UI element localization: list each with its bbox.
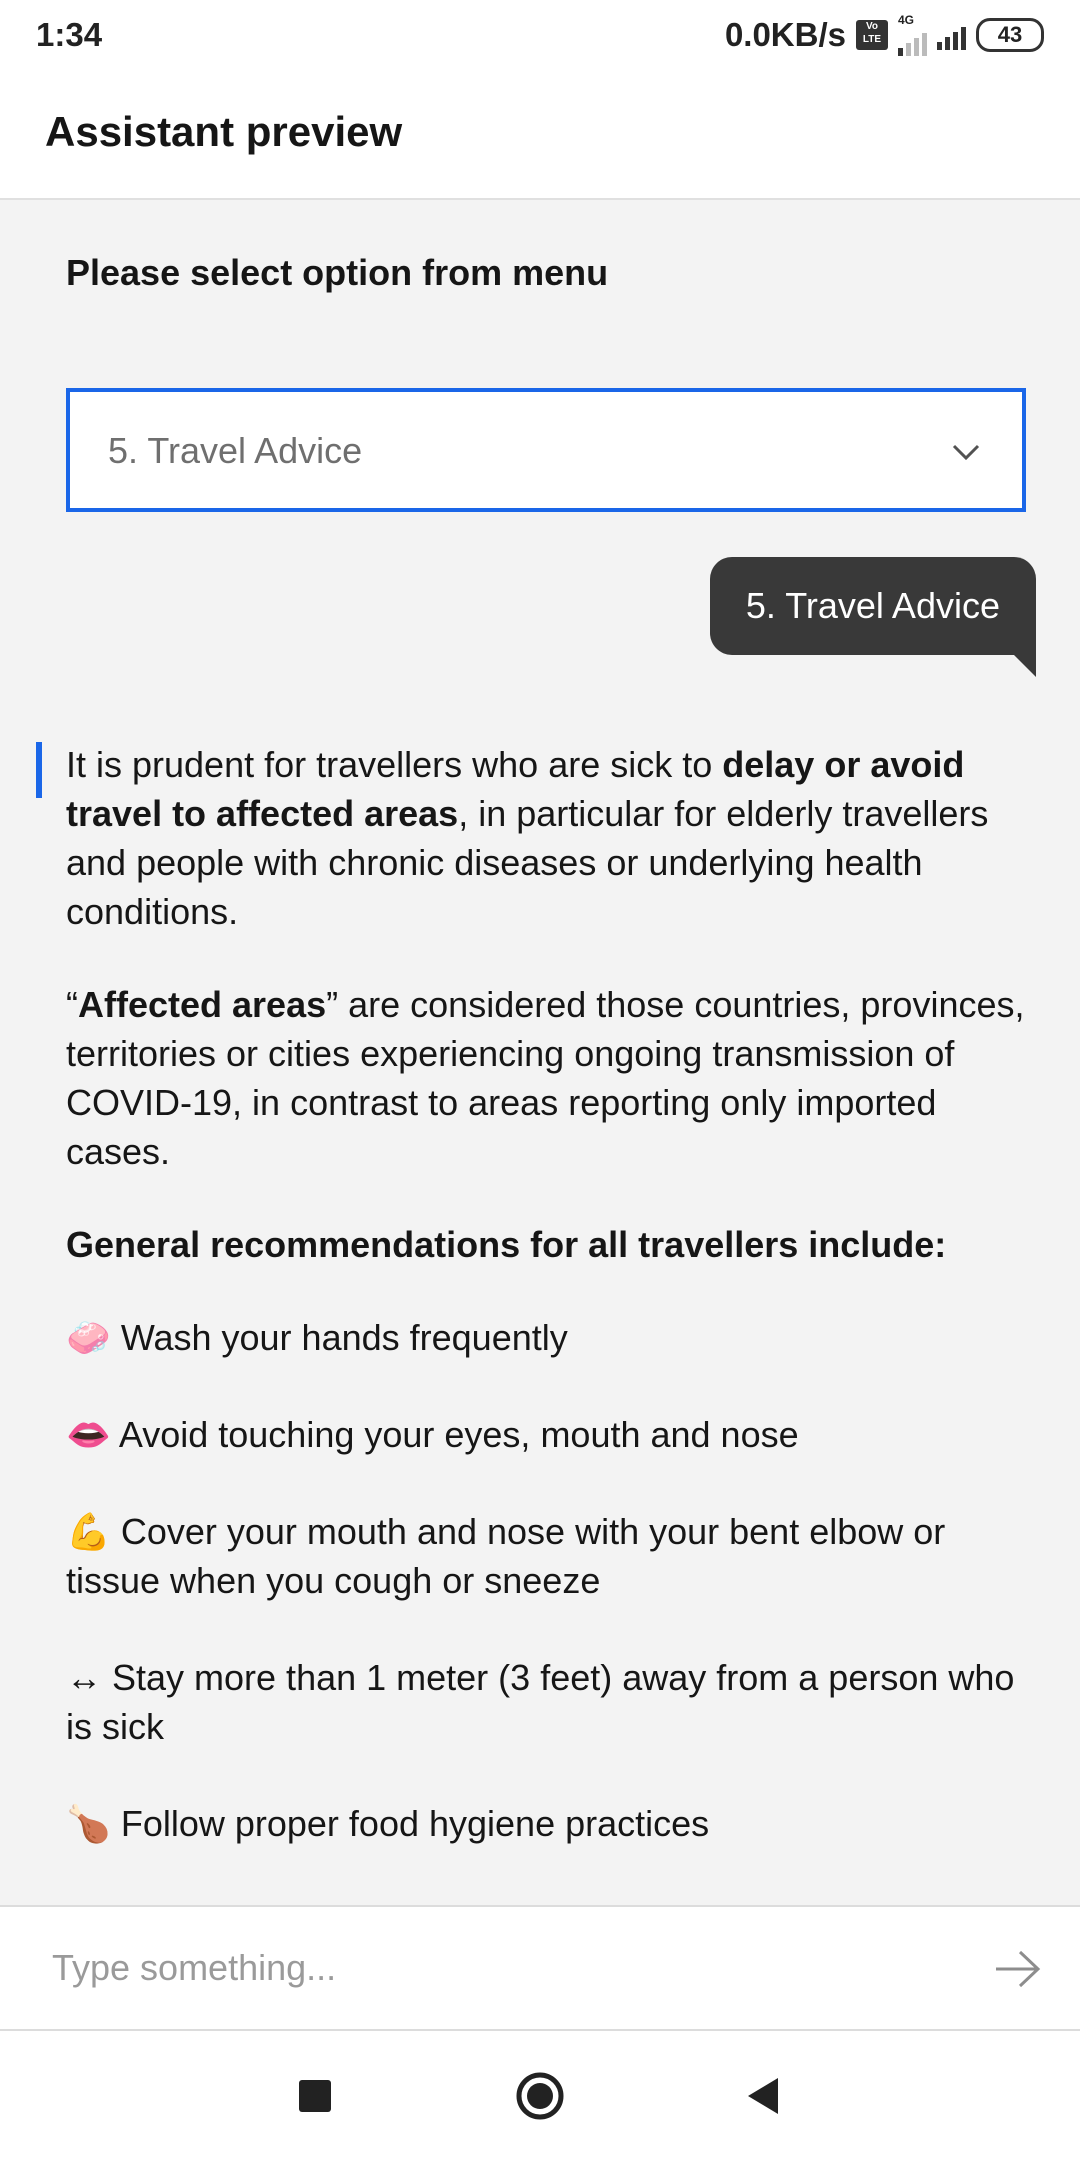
volte-icon: Vo LTE: [856, 20, 888, 50]
poultry-leg-icon: 🍗: [66, 1803, 111, 1844]
bot-paragraph-2: “Affected areas” are considered those co…: [66, 984, 1025, 1172]
message-input[interactable]: [50, 1937, 934, 1999]
network-speed: 0.0KB/s: [724, 16, 846, 53]
list-item: ↔ Stay more than 1 meter (3 feet) away f…: [66, 1657, 1015, 1747]
battery-icon: 43: [976, 18, 1044, 52]
bot-paragraph-1: It is prudent for travellers who are sic…: [66, 744, 989, 932]
menu-prompt-text: Please select option from menu: [66, 252, 609, 293]
mobile-signal-icon: [937, 20, 966, 50]
chat-area[interactable]: Please select option from menu 5. Travel…: [0, 200, 1080, 1905]
recommendations-heading: General recommendations for all travelle…: [66, 1224, 947, 1265]
left-right-arrow-icon: ↔: [66, 1657, 102, 1698]
chevron-down-icon: [952, 444, 980, 461]
lips-icon: 👄: [66, 1414, 111, 1455]
flexed-biceps-icon: 💪: [66, 1511, 111, 1552]
status-indicators: 0.0KB/s Vo LTE 4G 43: [725, 14, 1044, 56]
message-input-bar: [0, 1905, 1080, 2031]
system-nav-bar: [0, 2031, 1080, 2160]
bot-message-indicator: [36, 742, 42, 798]
user-message-bubble: 5. Travel Advice: [709, 557, 1036, 655]
arrow-right-icon[interactable]: [994, 1947, 1042, 1991]
soap-icon: 🧼: [66, 1317, 111, 1358]
bot-message: It is prudent for travellers who are sic…: [66, 740, 1026, 1896]
app-header: Assistant preview: [0, 70, 1080, 200]
status-time: 1:34: [36, 16, 103, 53]
list-item: 🍗 Follow proper food hygiene practices: [66, 1803, 710, 1844]
status-bar: 1:34 0.0KB/s Vo LTE 4G 43: [0, 0, 1080, 70]
list-item: 🧼 Wash your hands frequently: [66, 1317, 568, 1358]
square-icon[interactable]: [290, 2071, 340, 2121]
page-title: Assistant preview: [45, 108, 403, 155]
list-item: 👄 Avoid touching your eyes, mouth and no…: [66, 1414, 799, 1455]
option-dropdown[interactable]: 5. Travel Advice: [66, 388, 1026, 512]
list-item: 💪 Cover your mouth and nose with your be…: [66, 1511, 946, 1601]
user-bubble-tail: [1014, 655, 1036, 677]
circle-icon[interactable]: [515, 2071, 565, 2121]
triangle-back-icon[interactable]: [740, 2071, 790, 2121]
network-type-label: 4G: [898, 13, 915, 27]
dropdown-selected-value: 5. Travel Advice: [108, 430, 363, 471]
mobile-signal-weak-icon: 4G: [898, 14, 927, 56]
